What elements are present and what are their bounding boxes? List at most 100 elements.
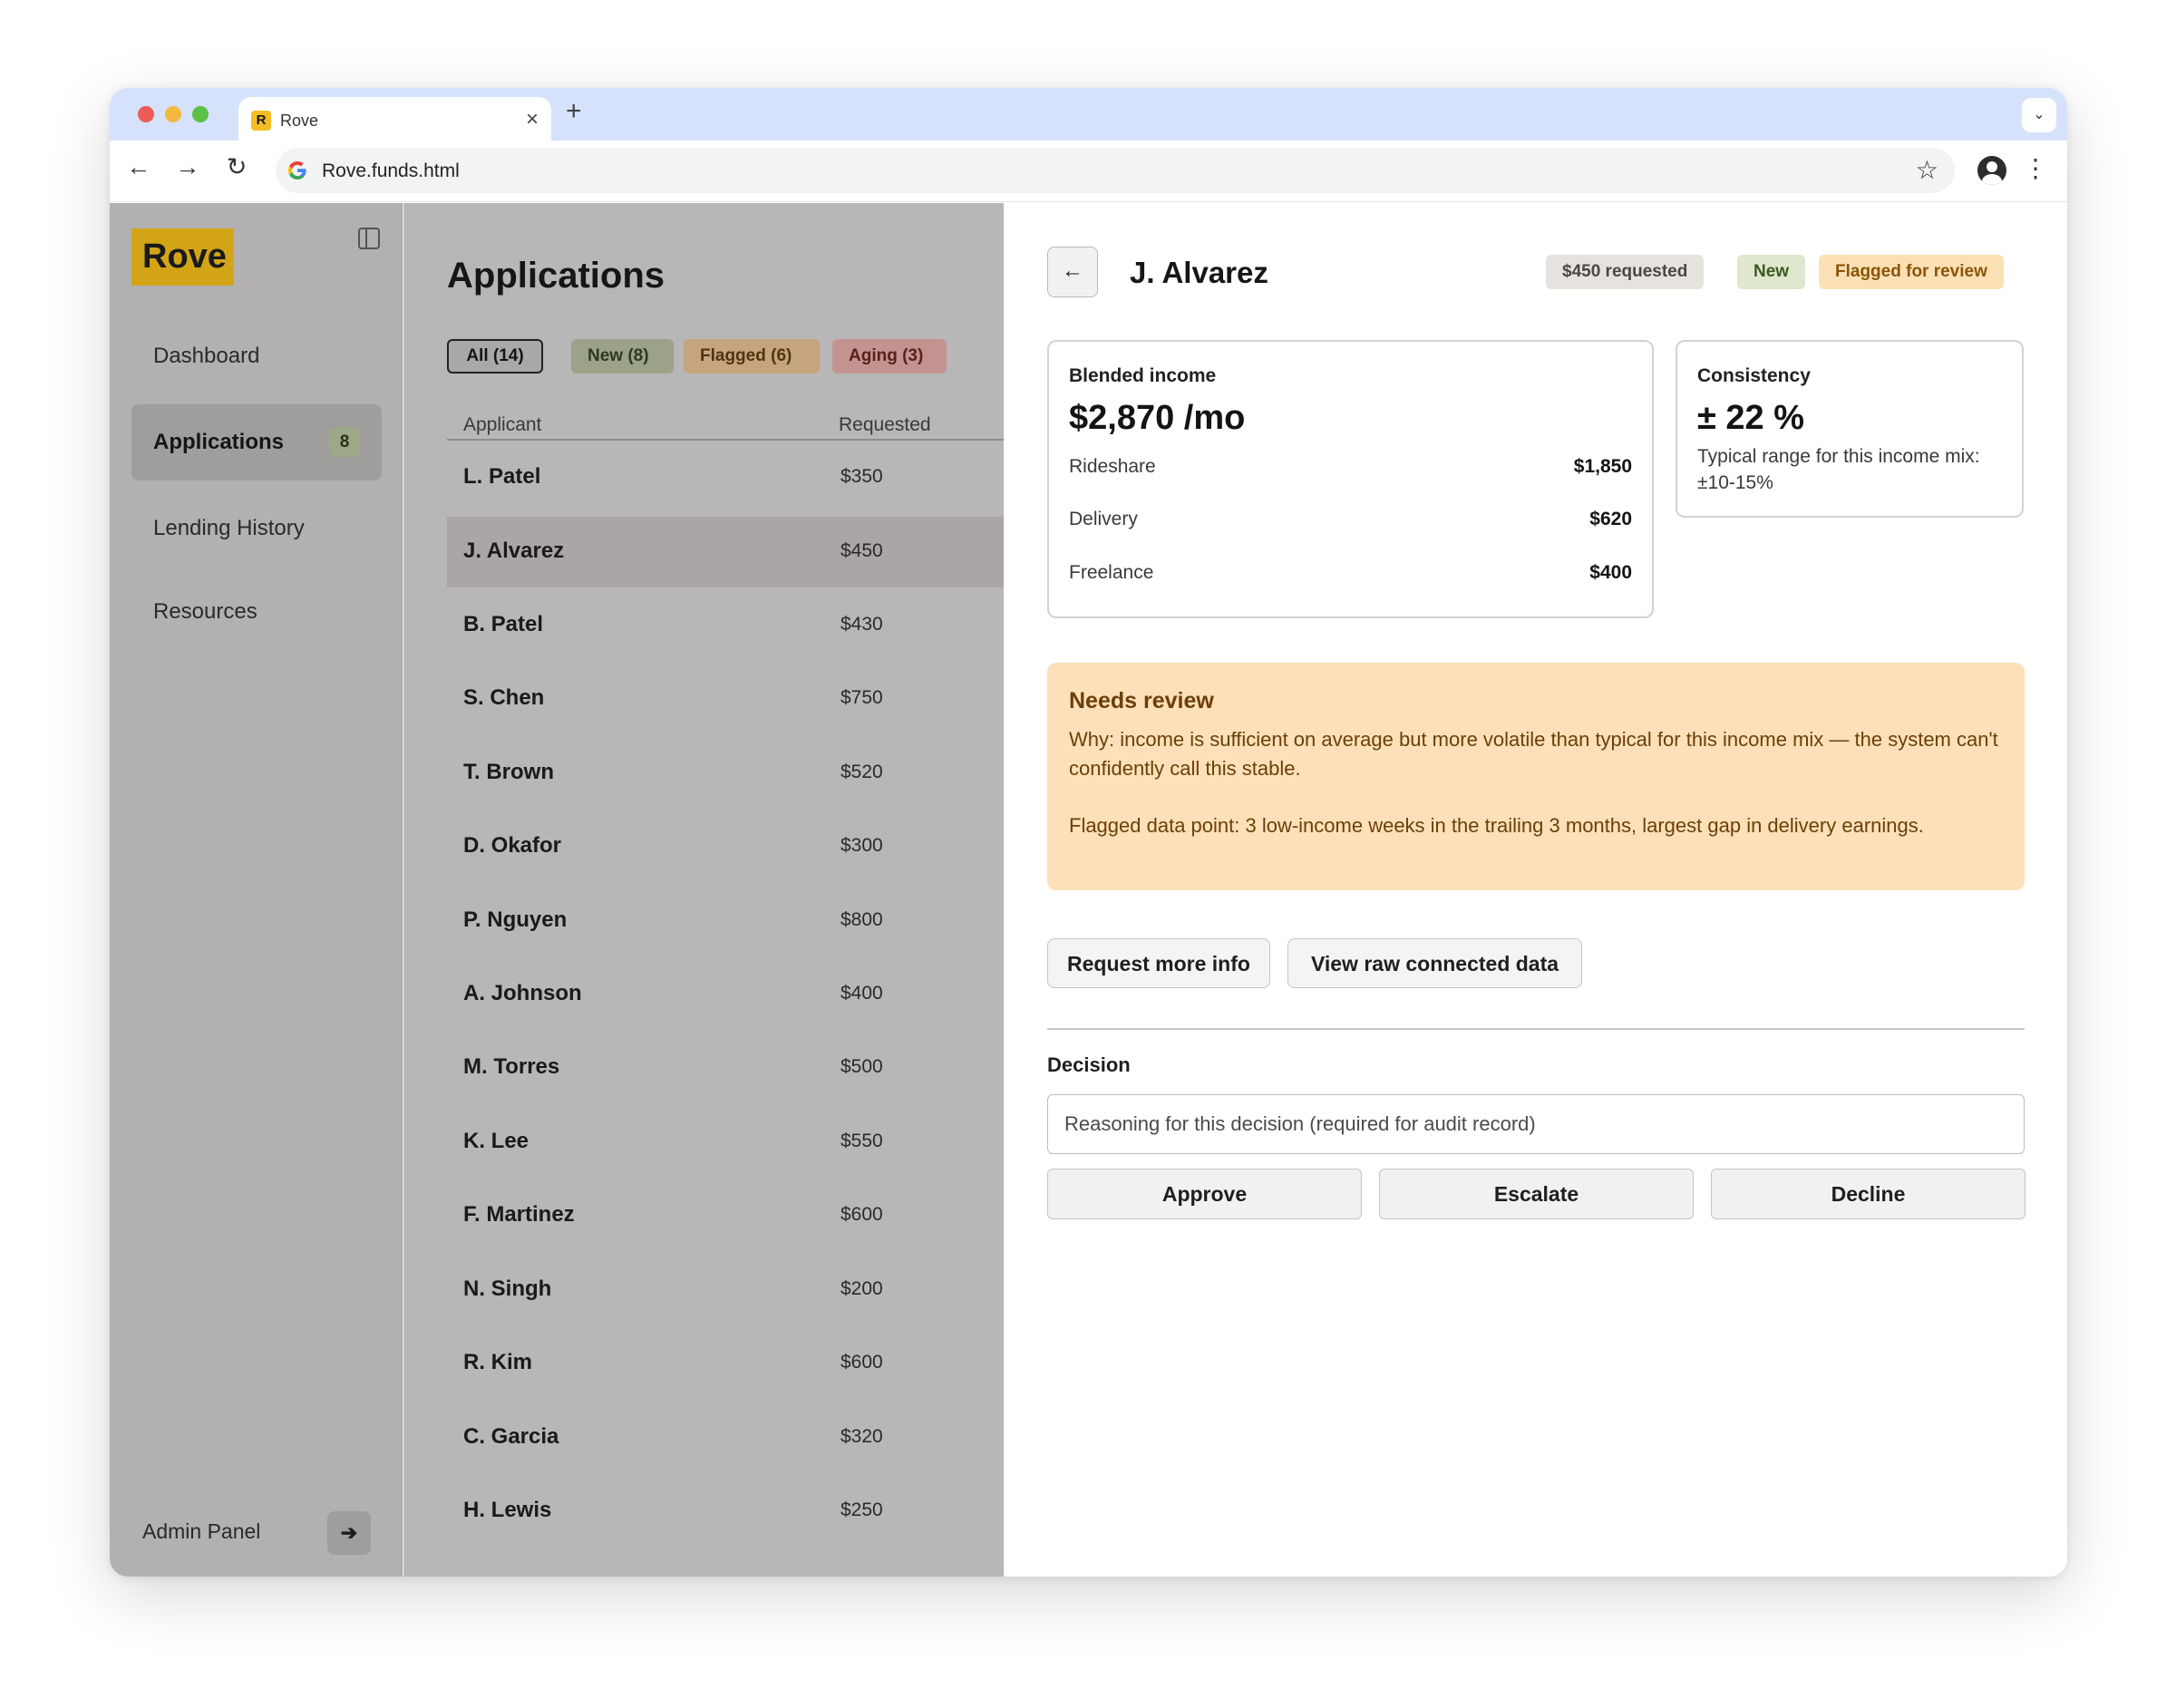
sidebar-collapse-icon[interactable] (358, 228, 380, 249)
table-row[interactable]: H. Lewis $250 (447, 1476, 1004, 1547)
close-window-button[interactable] (138, 106, 154, 122)
admin-panel-arrow-icon[interactable]: ➔ (327, 1511, 371, 1555)
blended-income-card: Blended income $2,870 /mo Rideshare $1,8… (1047, 340, 1654, 618)
close-tab-icon[interactable]: × (526, 107, 539, 132)
table-row[interactable]: L. Patel $350 (447, 442, 1004, 513)
sidebar-item-label: Applications (153, 430, 285, 454)
applicant-name: R. Kim (463, 1350, 533, 1374)
applicant-name: H. Lewis (463, 1498, 552, 1522)
back-arrow-icon[interactable]: ← (122, 153, 155, 181)
table-row[interactable]: D. Okafor $300 (447, 811, 1004, 882)
decision-reasoning-input[interactable] (1047, 1094, 2025, 1154)
tab-search-chevron-icon[interactable]: ⌄ (2022, 98, 2056, 132)
income-source-row: Freelance $400 (1069, 562, 1632, 589)
filter-flagged-chip[interactable]: Flagged (6) (684, 339, 820, 374)
table-row[interactable]: A. Johnson $400 (447, 959, 1004, 1030)
minimize-window-button[interactable] (165, 106, 181, 122)
needs-review-callout: Needs review Why: income is sufficient o… (1047, 663, 2025, 890)
browser-menu-icon[interactable]: ⋮ (2023, 153, 2048, 183)
requested-amount: $520 (840, 762, 883, 782)
applicant-detail-panel: ← J. Alvarez $450 requested New Flagged … (1004, 203, 2067, 1577)
table-row[interactable]: R. Kim $600 (447, 1328, 1004, 1399)
consistency-value: ± 22 % (1697, 399, 1805, 437)
requested-amount: $200 (840, 1278, 883, 1299)
review-why-text: Why: income is sufficient on average but… (1069, 728, 1998, 780)
requested-amount: $550 (840, 1131, 883, 1151)
table-row[interactable]: T. Brown $520 (447, 738, 1004, 809)
sidebar-item-applications[interactable]: Applications 8 (131, 404, 382, 480)
bookmark-star-icon[interactable]: ☆ (1916, 155, 1938, 185)
escalate-button[interactable]: Escalate (1379, 1169, 1694, 1219)
income-source-row: Delivery $620 (1069, 509, 1632, 536)
consistency-note: Typical range for this income mix: ±10-1… (1697, 446, 1980, 493)
section-divider (1047, 1028, 2025, 1030)
back-arrow-icon[interactable]: ← (1047, 247, 1098, 297)
tab-bar: R Rove × + ⌄ (110, 88, 2067, 142)
applicant-name: J. Alvarez (463, 539, 565, 563)
sidebar-item-dashboard[interactable]: Dashboard (131, 318, 382, 394)
request-more-info-button[interactable]: Request more info (1047, 938, 1270, 988)
requested-column-header[interactable]: Requested (839, 414, 931, 436)
applicant-name: F. Martinez (463, 1202, 575, 1227)
sidebar-item-label: Lending History (153, 516, 305, 540)
table-row[interactable]: S. Chen $750 (447, 664, 1004, 734)
review-title: Needs review (1069, 688, 1214, 713)
requested-amount: $350 (840, 466, 883, 487)
consistency-card: Consistency ± 22 % Typical range for thi… (1676, 340, 2024, 518)
requested-amount: $750 (840, 687, 883, 708)
forward-arrow-icon[interactable]: → (171, 153, 204, 181)
address-bar-row: ← → ↻ Rove.funds.html ☆ ⋮ (110, 141, 2067, 202)
google-icon (288, 161, 306, 180)
view-raw-data-button[interactable]: View raw connected data (1287, 938, 1582, 988)
income-source-value: $620 (1589, 509, 1632, 529)
table-row[interactable]: K. Lee $550 (447, 1107, 1004, 1178)
table-row[interactable]: M. Torres $500 (447, 1033, 1004, 1103)
profile-avatar-icon[interactable] (1977, 156, 2006, 185)
table-row[interactable]: N. Singh $200 (447, 1255, 1004, 1325)
table-row[interactable]: B. Patel $430 (447, 590, 1004, 661)
filter-all-chip[interactable]: All (14) (447, 339, 543, 374)
requested-amount: $800 (840, 909, 883, 930)
table-row[interactable]: C. Garcia $320 (447, 1402, 1004, 1473)
table-row[interactable]: P. Nguyen $800 (447, 886, 1004, 956)
income-source-value: $1,850 (1573, 456, 1632, 477)
applicant-name: M. Torres (463, 1054, 560, 1079)
reload-icon[interactable]: ↻ (220, 153, 253, 181)
income-value: $2,870 /mo (1069, 399, 1246, 437)
maximize-window-button[interactable] (192, 106, 209, 122)
sidebar-item-label: Dashboard (153, 344, 260, 368)
applications-count-badge: 8 (329, 427, 360, 458)
approve-button[interactable]: Approve (1047, 1169, 1362, 1219)
app-root: Rove Dashboard Applications 8 Lending Hi… (110, 203, 2067, 1577)
decision-label: Decision (1047, 1053, 1131, 1076)
filter-aging-chip[interactable]: Aging (3) (832, 339, 947, 374)
sidebar-item-lending-history[interactable]: Lending History (131, 490, 382, 567)
favicon-icon: R (251, 111, 271, 131)
decline-button[interactable]: Decline (1711, 1169, 2025, 1219)
applicant-name-heading: J. Alvarez (1130, 256, 1268, 289)
applicant-name: T. Brown (463, 760, 554, 784)
tab-title: Rove (280, 112, 319, 130)
requested-amount: $300 (840, 835, 883, 856)
filter-new-chip[interactable]: New (8) (571, 339, 674, 374)
table-row[interactable]: F. Martinez $600 (447, 1180, 1004, 1251)
applicant-name: D. Okafor (463, 833, 562, 858)
applicant-name: C. Garcia (463, 1424, 559, 1449)
applicant-name: S. Chen (463, 685, 545, 710)
sidebar-item-resources[interactable]: Resources (131, 574, 382, 650)
income-source-label: Rideshare (1069, 456, 1156, 477)
browser-tab[interactable]: R Rove × (238, 97, 551, 142)
requested-amount: $600 (840, 1352, 883, 1373)
table-row-selected[interactable]: J. Alvarez $450 (447, 517, 1004, 587)
income-label: Blended income (1069, 365, 1217, 386)
sidebar-item-label: Resources (153, 599, 257, 624)
requested-amount: $430 (840, 614, 883, 635)
new-tab-icon[interactable]: + (566, 96, 582, 127)
applicant-column-header[interactable]: Applicant (463, 414, 541, 436)
review-flagged-text: Flagged data point: 3 low-income weeks i… (1069, 814, 1924, 837)
requested-amount-badge: $450 requested (1546, 255, 1705, 289)
applicant-name: K. Lee (463, 1129, 529, 1153)
requested-amount: $500 (840, 1056, 883, 1077)
omnibox[interactable]: Rove.funds.html ☆ (276, 148, 1955, 193)
consistency-label: Consistency (1697, 365, 1811, 386)
